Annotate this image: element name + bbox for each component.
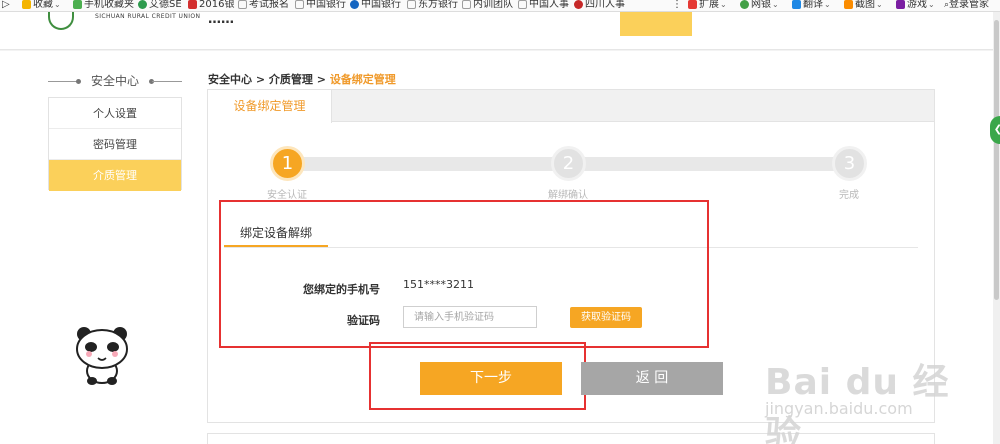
- site-header: SICHUAN RURAL CREDIT UNION ……: [0, 12, 1000, 50]
- bank-icon: [350, 0, 359, 9]
- more-menu[interactable]: ⋮: [672, 0, 682, 11]
- step-3-circle: 3: [832, 146, 867, 181]
- back-button[interactable]: 返 回: [581, 362, 723, 395]
- divider: [48, 81, 78, 82]
- toolbar-item[interactable]: 网银⌄: [740, 0, 779, 11]
- panda-mascot-icon: [76, 327, 128, 385]
- breadcrumb-item[interactable]: 安全中心: [208, 73, 252, 86]
- breadcrumb-separator: >: [316, 73, 326, 86]
- scissors-icon: [844, 0, 853, 9]
- step-2-label: 解绑确认: [548, 190, 588, 201]
- bookmark-item[interactable]: 中国银行: [295, 0, 346, 11]
- translate-icon: [792, 0, 801, 9]
- toolbar-item[interactable]: 截图⌄: [844, 0, 883, 11]
- watermark-url: jingyan.baidu.com: [765, 399, 913, 418]
- toolbar-item[interactable]: ⌕登录管家: [944, 0, 989, 11]
- gamepad-icon: [896, 0, 905, 9]
- logo-icon[interactable]: [48, 12, 74, 30]
- breadcrumb-item[interactable]: 介质管理: [269, 73, 313, 86]
- divider: [152, 81, 182, 82]
- toolbar-item[interactable]: 游戏⌄: [896, 0, 935, 11]
- header-nav-highlight[interactable]: [620, 12, 692, 36]
- breadcrumb: 安全中心 > 介质管理 > 设备绑定管理: [208, 71, 396, 87]
- watermark: Bai du 经验 jingyan.baidu.com: [765, 353, 985, 444]
- bookmark-item[interactable]: 2016银: [188, 0, 234, 11]
- step-2-circle: 2: [551, 146, 586, 181]
- next-button[interactable]: 下一步: [420, 362, 562, 395]
- breadcrumb-current: 设备绑定管理: [329, 73, 396, 86]
- breadcrumb-separator: >: [255, 73, 266, 86]
- step-3-label: 完成: [839, 190, 859, 201]
- annotation-box: [219, 200, 709, 348]
- sidebar-item-media-management[interactable]: 介质管理: [49, 160, 181, 191]
- bookmark-item[interactable]: 考试报名: [238, 0, 289, 11]
- bookmark-item[interactable]: 中国人事: [518, 0, 569, 11]
- shield-icon: [740, 0, 749, 9]
- chevron-down-icon: ⌄: [772, 0, 779, 9]
- grid-icon: [688, 0, 697, 9]
- page-icon: [238, 0, 247, 9]
- sidebar: 个人设置 密码管理 介质管理: [48, 97, 182, 191]
- bookmark-item[interactable]: 四川人事: [574, 0, 625, 11]
- star-icon: [22, 0, 31, 9]
- step-1-label: 安全认证: [267, 190, 307, 201]
- badge-icon: [574, 0, 583, 9]
- chevron-down-icon: ⌄: [876, 0, 883, 9]
- bookmark-item[interactable]: 内训团队: [462, 0, 513, 11]
- nav-title: 安全中心: [48, 71, 182, 91]
- logo-text: SICHUAN RURAL CREDIT UNION: [95, 13, 201, 20]
- header-title: ……: [208, 12, 234, 27]
- bookmark-item[interactable]: 收藏⌄: [22, 0, 61, 11]
- bookmark-item[interactable]: 中国银行: [350, 0, 401, 11]
- bookmark-arrow[interactable]: ▷: [2, 0, 10, 11]
- chevron-down-icon: ⌄: [54, 0, 61, 9]
- tab-bar: 设备绑定管理: [208, 90, 934, 123]
- bookmark-item[interactable]: 艾德SE: [138, 0, 182, 11]
- chevron-down-icon: ⌄: [928, 0, 935, 9]
- bookmark-item[interactable]: 东方银行: [407, 0, 458, 11]
- sidebar-item-password-management[interactable]: 密码管理: [49, 129, 181, 160]
- tab-device-binding[interactable]: 设备绑定管理: [208, 90, 332, 123]
- bookmarks-bar: ▷ 收藏⌄ 手机收藏夹 艾德SE 2016银 考试报名 中国银行 中国银行 东方…: [0, 0, 1000, 12]
- phone-icon: [73, 0, 82, 9]
- side-float-icon[interactable]: ❮: [990, 116, 1000, 144]
- bookmark-item[interactable]: 手机收藏夹: [73, 0, 134, 11]
- chevron-down-icon: ⌄: [720, 0, 727, 9]
- page-icon: [462, 0, 471, 9]
- chevron-down-icon: ⌄: [824, 0, 831, 9]
- dot-icon: [76, 79, 81, 84]
- toolbar-item[interactable]: 翻译⌄: [792, 0, 831, 11]
- bank-icon: [188, 0, 197, 9]
- toolbar-item[interactable]: 扩展⌄: [688, 0, 727, 11]
- scrollbar-thumb[interactable]: [994, 20, 999, 300]
- sidebar-item-personal-settings[interactable]: 个人设置: [49, 98, 181, 129]
- globe-icon: [138, 0, 147, 9]
- page-icon: [518, 0, 527, 9]
- step-1-circle: 1: [270, 146, 305, 181]
- page-icon: [295, 0, 304, 9]
- page-icon: [407, 0, 416, 9]
